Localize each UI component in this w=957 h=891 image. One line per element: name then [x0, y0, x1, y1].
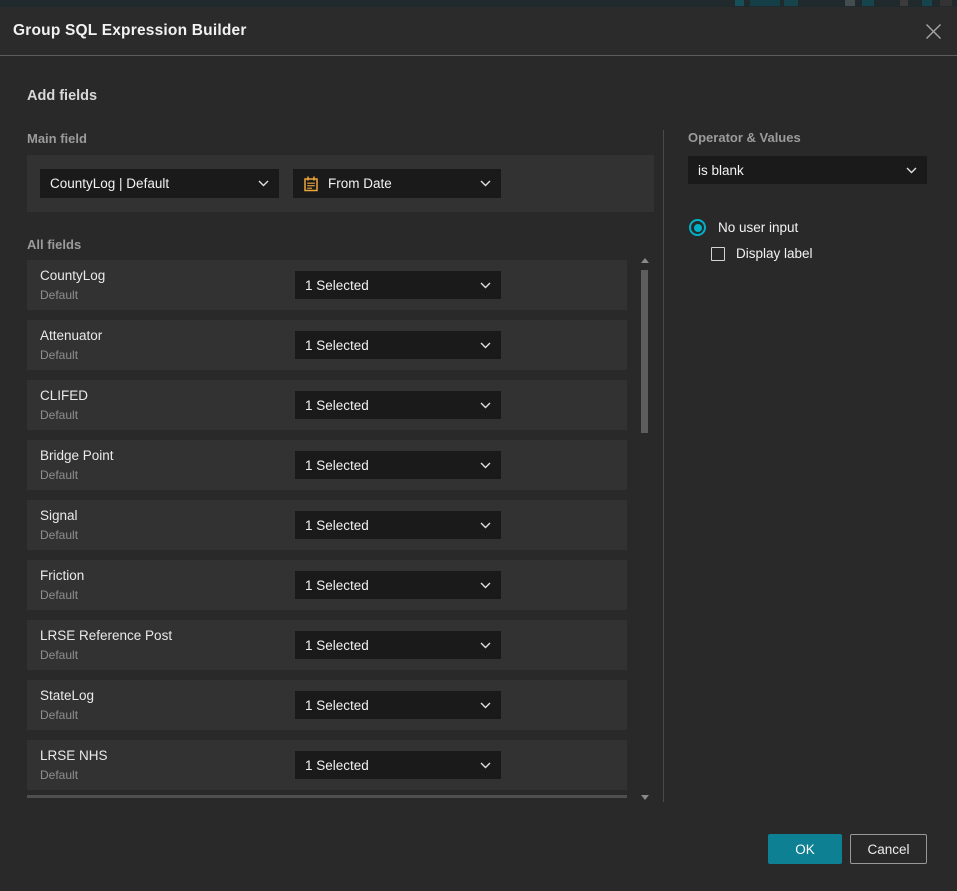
scrollbar-down-arrow-icon[interactable]: [641, 795, 649, 800]
field-name: Attenuator: [40, 328, 102, 343]
main-field-label: Main field: [27, 131, 87, 146]
field-name: Bridge Point: [40, 448, 114, 463]
field-selection-dropdown[interactable]: 1 Selected: [295, 691, 501, 719]
main-field-field-dropdown[interactable]: From Date: [293, 169, 501, 198]
panel-divider: [663, 130, 664, 802]
field-row: LRSE Reference Post Default 1 Selected: [27, 620, 627, 670]
cancel-button[interactable]: Cancel: [850, 834, 927, 864]
field-subtitle: Default: [40, 708, 78, 722]
no-user-input-label: No user input: [718, 220, 798, 235]
chevron-down-icon: [906, 167, 917, 174]
main-field-panel: CountyLog | Default From Date: [27, 155, 654, 212]
display-label-label: Display label: [736, 246, 813, 261]
dialog-title: Group SQL Expression Builder: [13, 7, 247, 55]
background-app-fragment: [784, 0, 798, 6]
field-subtitle: Default: [40, 348, 78, 362]
field-selection-dropdown[interactable]: 1 Selected: [295, 391, 501, 419]
field-name: Signal: [40, 508, 78, 523]
main-field-source-dropdown[interactable]: CountyLog | Default: [40, 169, 279, 198]
group-sql-expression-builder-dialog: Group SQL Expression Builder Add fields …: [0, 0, 957, 891]
chevron-down-icon: [480, 342, 491, 349]
field-selection-dropdown[interactable]: 1 Selected: [295, 271, 501, 299]
background-app-fragment: [922, 0, 932, 6]
field-selection-dropdown[interactable]: 1 Selected: [295, 751, 501, 779]
field-subtitle: Default: [40, 588, 78, 602]
field-row: Bridge Point Default 1 Selected: [27, 440, 627, 490]
operator-dropdown[interactable]: is blank: [688, 156, 927, 184]
chevron-down-icon: [480, 522, 491, 529]
field-row: Signal Default 1 Selected: [27, 500, 627, 550]
radio-selected-icon[interactable]: [689, 219, 706, 236]
checkbox-unchecked-icon[interactable]: [711, 247, 725, 261]
fields-list-scrollbar[interactable]: [640, 258, 650, 800]
chevron-down-icon: [480, 642, 491, 649]
field-name: LRSE Reference Post: [40, 628, 172, 643]
field-subtitle: Default: [40, 468, 78, 482]
field-row: Friction Default 1 Selected: [27, 560, 627, 610]
field-row: StateLog Default 1 Selected: [27, 680, 627, 730]
field-row: LRSE NHS Default 1 Selected: [27, 740, 627, 790]
scrollbar-thumb[interactable]: [641, 270, 648, 433]
dropdown-value: is blank: [698, 163, 906, 178]
operator-values-heading: Operator & Values: [688, 130, 801, 145]
field-row: Attenuator Default 1 Selected: [27, 320, 627, 370]
field-selection-dropdown[interactable]: 1 Selected: [295, 511, 501, 539]
titlebar-divider: [0, 55, 957, 56]
display-label-option[interactable]: Display label: [711, 246, 813, 261]
scrollbar-up-arrow-icon[interactable]: [641, 258, 649, 263]
background-app-fragment: [940, 0, 952, 6]
partial-field-row: [27, 795, 627, 798]
all-fields-list: CountyLog Default 1 Selected Attenuator …: [27, 260, 627, 800]
field-selection-dropdown[interactable]: 1 Selected: [295, 631, 501, 659]
dropdown-value: 1 Selected: [305, 758, 480, 773]
dialog-titlebar: Group SQL Expression Builder: [0, 7, 957, 55]
field-name: CLIFED: [40, 388, 88, 403]
ok-button[interactable]: OK: [768, 834, 842, 864]
chevron-down-icon: [480, 762, 491, 769]
dropdown-value: CountyLog | Default: [50, 176, 258, 191]
field-name: LRSE NHS: [40, 748, 108, 763]
field-row: CountyLog Default 1 Selected: [27, 260, 627, 310]
field-subtitle: Default: [40, 288, 78, 302]
field-subtitle: Default: [40, 528, 78, 542]
dropdown-value: 1 Selected: [305, 698, 480, 713]
field-selection-dropdown[interactable]: 1 Selected: [295, 331, 501, 359]
field-subtitle: Default: [40, 768, 78, 782]
field-name: CountyLog: [40, 268, 105, 283]
close-button[interactable]: [925, 23, 942, 40]
dropdown-value: From Date: [328, 176, 480, 191]
chevron-down-icon: [258, 180, 269, 187]
field-selection-dropdown[interactable]: 1 Selected: [295, 571, 501, 599]
calendar-icon: [303, 176, 319, 192]
field-row: CLIFED Default 1 Selected: [27, 380, 627, 430]
dropdown-value: 1 Selected: [305, 278, 480, 293]
dropdown-value: 1 Selected: [305, 638, 480, 653]
field-subtitle: Default: [40, 648, 78, 662]
field-name: Friction: [40, 568, 84, 583]
dropdown-value: 1 Selected: [305, 458, 480, 473]
field-name: StateLog: [40, 688, 94, 703]
background-app-fragment: [862, 0, 874, 6]
field-subtitle: Default: [40, 408, 78, 422]
chevron-down-icon: [480, 462, 491, 469]
chevron-down-icon: [480, 402, 491, 409]
chevron-down-icon: [480, 702, 491, 709]
background-app-fragment: [845, 0, 855, 6]
field-selection-dropdown[interactable]: 1 Selected: [295, 451, 501, 479]
dropdown-value: 1 Selected: [305, 578, 480, 593]
background-app-fragment: [750, 0, 780, 6]
all-fields-label: All fields: [27, 237, 81, 252]
close-icon: [925, 23, 942, 40]
dropdown-value: 1 Selected: [305, 518, 480, 533]
add-fields-heading: Add fields: [27, 88, 97, 104]
chevron-down-icon: [480, 582, 491, 589]
chevron-down-icon: [480, 180, 491, 187]
no-user-input-option[interactable]: No user input: [689, 219, 798, 236]
background-app-fragment: [735, 0, 744, 6]
dropdown-value: 1 Selected: [305, 398, 480, 413]
background-app-fragment: [900, 0, 908, 6]
chevron-down-icon: [480, 282, 491, 289]
dropdown-value: 1 Selected: [305, 338, 480, 353]
background-app-strip: [0, 0, 957, 7]
